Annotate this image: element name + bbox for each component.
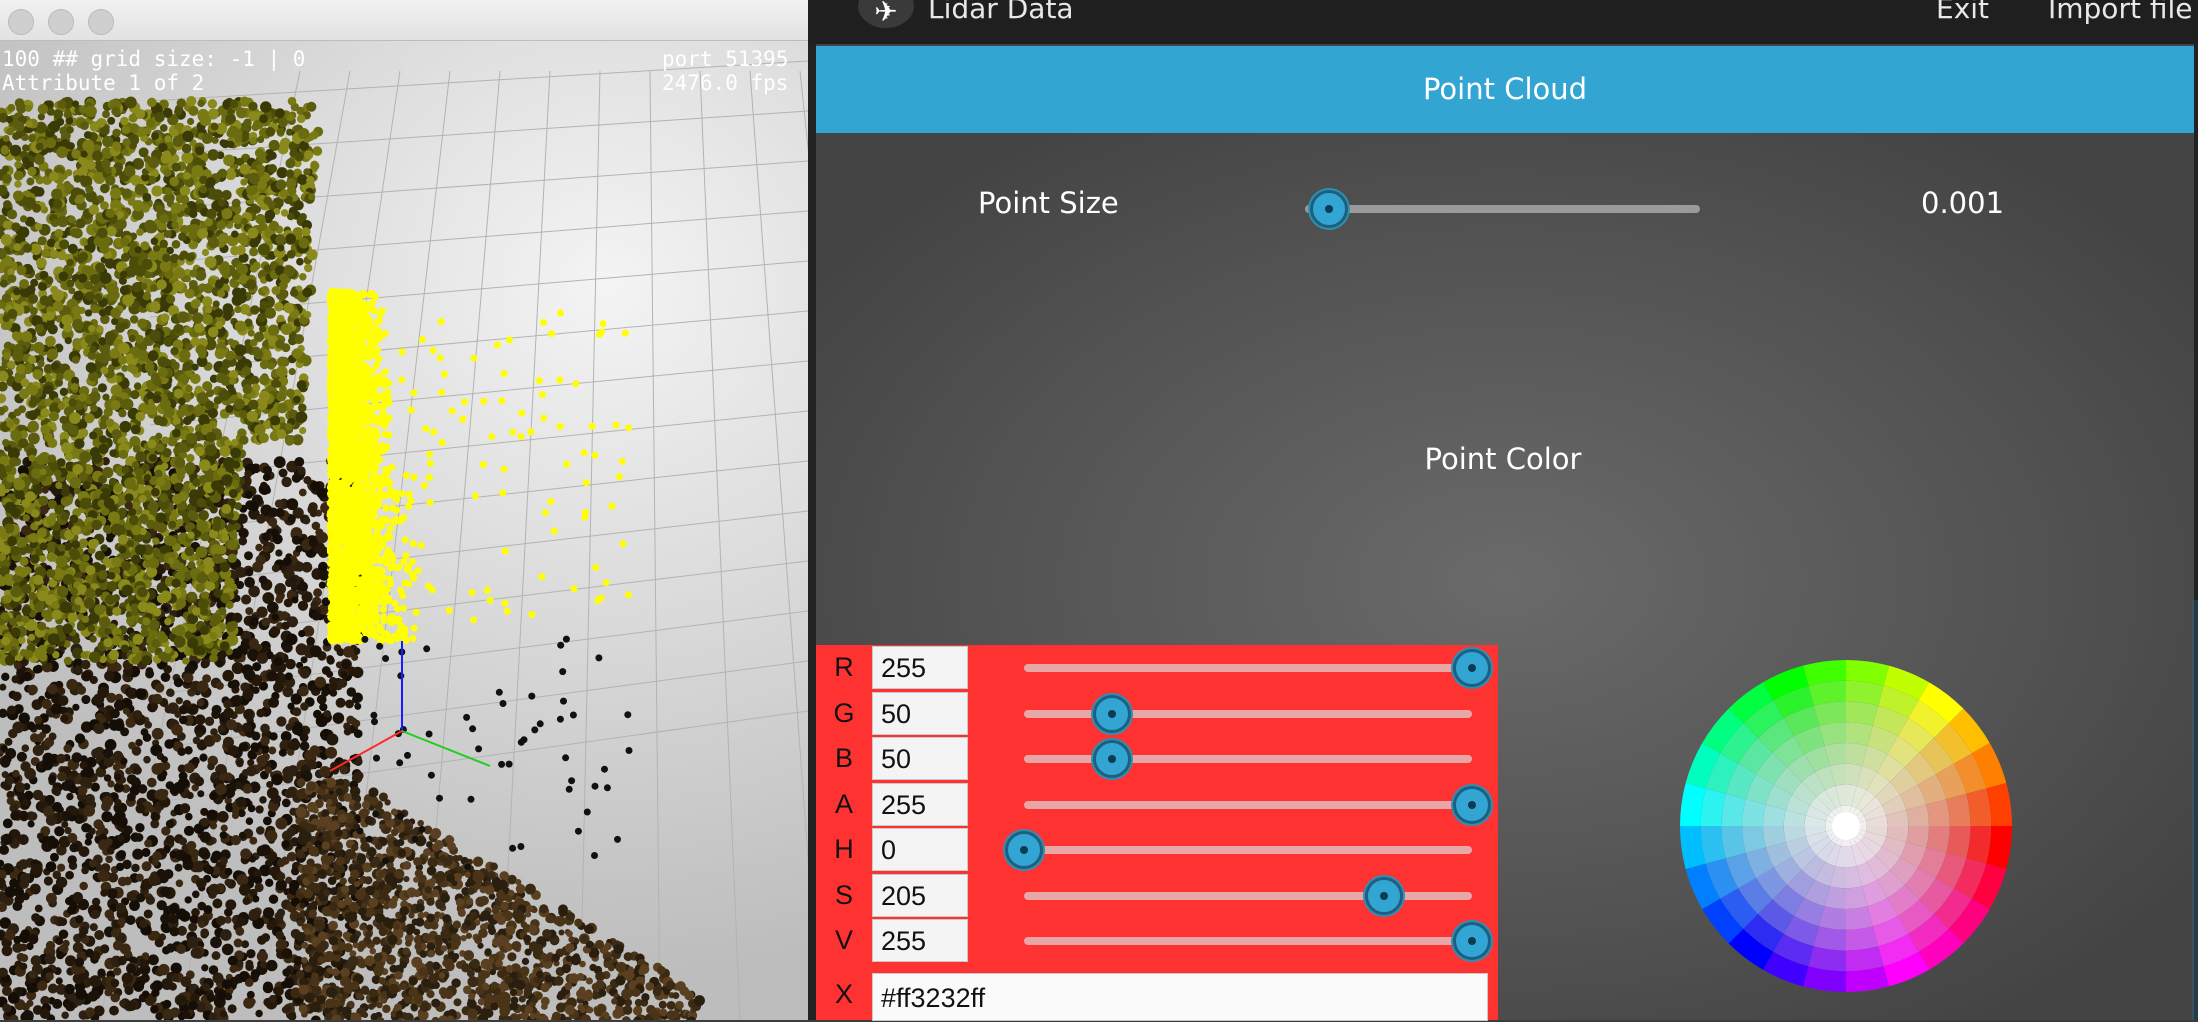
hud-port: port 51395 bbox=[662, 47, 788, 71]
channel-slider[interactable] bbox=[1024, 846, 1472, 854]
color-picker: R255G50B50A255H0S205V255 X #ff3232ff bbox=[816, 645, 1498, 1020]
channel-label: A bbox=[816, 782, 872, 827]
color-wheel-segment[interactable] bbox=[1946, 826, 1970, 858]
channel-slider-thumb[interactable] bbox=[1453, 922, 1491, 960]
channel-value-input[interactable]: 255 bbox=[872, 646, 968, 689]
panel-edge bbox=[2192, 600, 2198, 1020]
point-size-slider-thumb[interactable] bbox=[1310, 190, 1348, 228]
app-logo-icon: ✈ bbox=[858, 0, 914, 28]
channel-slider[interactable] bbox=[1024, 664, 1472, 672]
hex-channel-label: X bbox=[816, 972, 872, 1017]
3d-viewport[interactable]: 100 ## grid size: -1 | 0 Attribute 1 of … bbox=[0, 41, 808, 1020]
channel-slider-thumb[interactable] bbox=[1005, 831, 1043, 869]
viewer-titlebar[interactable] bbox=[0, 0, 808, 41]
hex-color-input[interactable]: #ff3232ff bbox=[872, 973, 1488, 1021]
channel-label: R bbox=[816, 645, 872, 690]
point-cloud-viewer-window: 100 ## grid size: -1 | 0 Attribute 1 of … bbox=[0, 0, 808, 1020]
channel-label: V bbox=[816, 918, 872, 963]
channel-value-input[interactable]: 50 bbox=[872, 692, 968, 735]
channel-value-input[interactable]: 50 bbox=[872, 737, 968, 780]
channel-row-a: A255 bbox=[816, 782, 1498, 827]
channel-value-input[interactable]: 205 bbox=[872, 874, 968, 917]
color-wheel-segment[interactable] bbox=[1722, 794, 1746, 826]
minimize-window-button[interactable] bbox=[48, 9, 74, 35]
zoom-window-button[interactable] bbox=[88, 9, 114, 35]
channel-value-input[interactable]: 255 bbox=[872, 783, 968, 826]
color-wheel-segment[interactable] bbox=[1946, 794, 1970, 826]
channel-slider-thumb[interactable] bbox=[1453, 786, 1491, 824]
channel-slider[interactable] bbox=[1024, 801, 1472, 809]
channel-slider-thumb[interactable] bbox=[1365, 877, 1403, 915]
color-wheel-segment[interactable] bbox=[1814, 702, 1846, 726]
exit-button[interactable]: Exit bbox=[1936, 0, 1989, 25]
section-header: Point Cloud bbox=[816, 46, 2194, 133]
color-wheel[interactable] bbox=[1680, 660, 2012, 992]
point-cloud-points bbox=[0, 96, 705, 1020]
channel-row-v: V255 bbox=[816, 918, 1498, 963]
channel-row-s: S205 bbox=[816, 873, 1498, 918]
hud-line-2: Attribute 1 of 2 bbox=[2, 71, 204, 95]
channel-value-input[interactable]: 0 bbox=[872, 828, 968, 871]
import-file-button[interactable]: Import file bbox=[2048, 0, 2192, 25]
channel-slider-thumb[interactable] bbox=[1453, 649, 1491, 687]
color-wheel-segment[interactable] bbox=[1846, 926, 1878, 950]
channel-label: B bbox=[816, 736, 872, 781]
channel-row-g: G50 bbox=[816, 691, 1498, 736]
channel-slider-thumb[interactable] bbox=[1093, 740, 1131, 778]
hud-fps: 2476.0 fps bbox=[662, 71, 788, 95]
channel-label: G bbox=[816, 691, 872, 736]
color-wheel-segment[interactable] bbox=[1722, 826, 1746, 858]
channel-row-b: B50 bbox=[816, 736, 1498, 781]
hud-line-1: 100 ## grid size: -1 | 0 bbox=[2, 47, 305, 71]
channel-value-input[interactable]: 255 bbox=[872, 919, 968, 962]
point-size-slider[interactable] bbox=[1305, 205, 1700, 213]
point-cloud-render bbox=[0, 41, 808, 1020]
color-wheel-center[interactable] bbox=[1832, 812, 1860, 840]
channel-row-r: R255 bbox=[816, 645, 1498, 690]
color-wheel-segment[interactable] bbox=[1814, 926, 1846, 950]
channel-slider[interactable] bbox=[1024, 755, 1472, 763]
channel-label: H bbox=[816, 827, 872, 872]
section-title: Point Cloud bbox=[816, 46, 2194, 133]
channel-slider[interactable] bbox=[1024, 937, 1472, 945]
point-size-label: Point Size bbox=[978, 186, 1119, 220]
channel-label: S bbox=[816, 873, 872, 918]
app-title: Lidar Data bbox=[928, 0, 1074, 25]
point-size-value: 0.001 bbox=[1921, 186, 2004, 220]
point-color-label: Point Color bbox=[808, 442, 2198, 476]
app-bar: ✈ Lidar Data Exit Import file bbox=[808, 0, 2198, 44]
channel-slider[interactable] bbox=[1024, 892, 1472, 900]
settings-panel-window: ✈ Lidar Data Exit Import file Point Clou… bbox=[808, 0, 2198, 1020]
channel-row-h: H0 bbox=[816, 827, 1498, 872]
channel-slider[interactable] bbox=[1024, 710, 1472, 718]
hex-row: X #ff3232ff bbox=[816, 972, 1498, 1017]
color-wheel-segment[interactable] bbox=[1846, 702, 1878, 726]
close-window-button[interactable] bbox=[8, 9, 34, 35]
channel-slider-thumb[interactable] bbox=[1093, 695, 1131, 733]
